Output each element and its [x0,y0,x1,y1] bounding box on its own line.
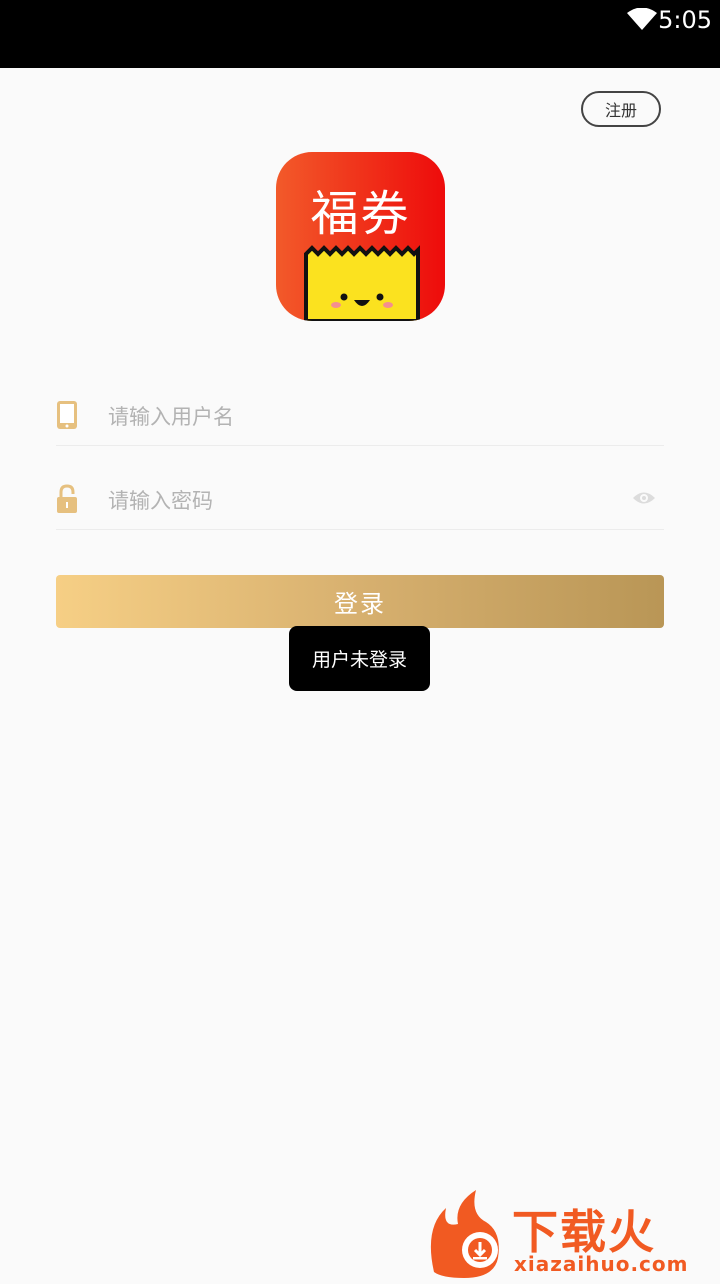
register-button[interactable]: 注册 [581,91,661,127]
eye-icon[interactable] [632,490,656,506]
watermark-url: xiazaihuo.com [514,1252,689,1276]
app-logo: 福券 [276,152,445,321]
flame-logo-icon [430,1190,499,1278]
logo-title: 福券 [310,186,411,242]
wifi-icon [627,8,657,30]
login-button[interactable]: 登录 [56,575,664,628]
status-time: 5:05 [658,6,712,34]
password-row [56,446,664,530]
username-row [56,362,664,446]
toast-message: 用户未登录 [289,626,430,691]
password-input[interactable] [108,486,608,516]
username-input[interactable] [108,402,608,432]
watermark: 下载火 xiazaihuo.com [424,1188,720,1280]
status-bar: 5:05 [0,0,720,68]
phone-icon [57,401,77,429]
lock-icon [57,484,77,513]
